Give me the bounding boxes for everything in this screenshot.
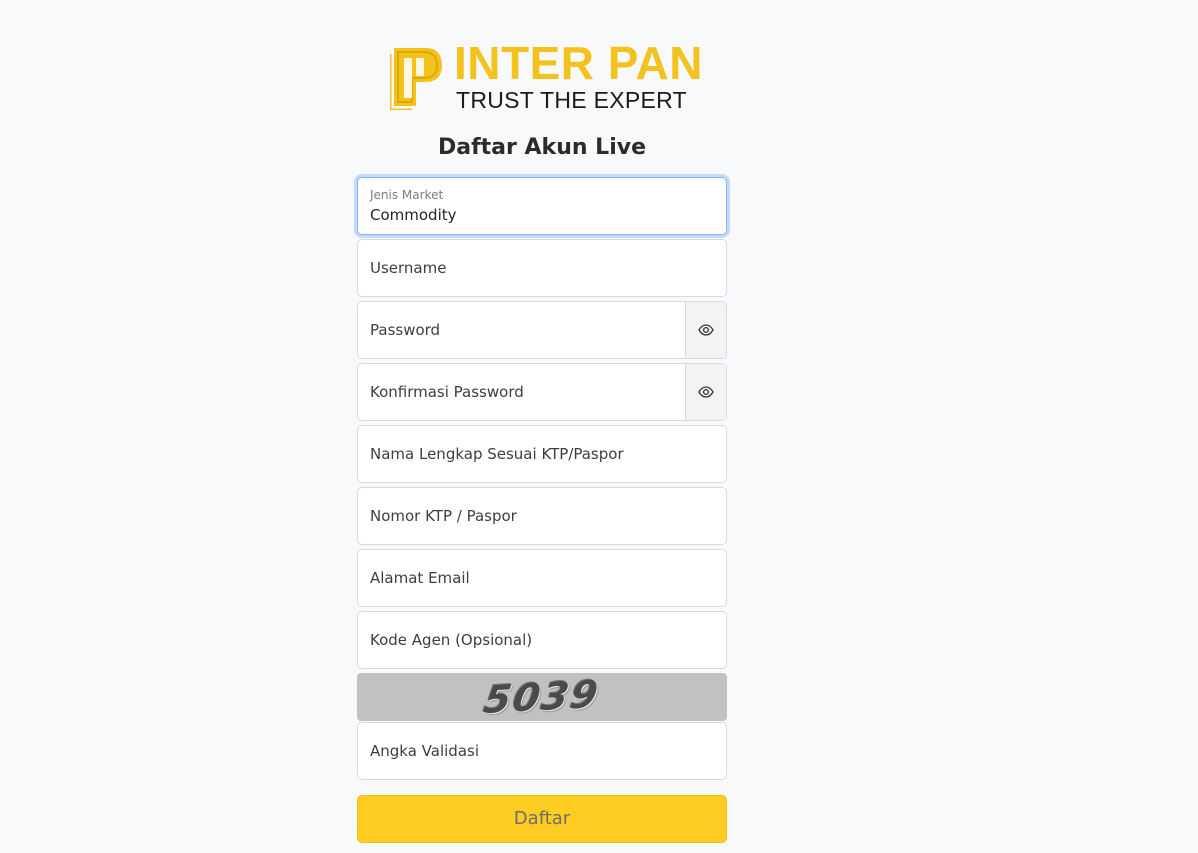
validation-code-input[interactable]: Angka Validasi — [357, 722, 727, 780]
market-type-label: Jenis Market — [370, 188, 444, 202]
brand-name: INTER PAN — [454, 37, 703, 89]
market-type-value: Commodity — [370, 206, 457, 224]
form-title: Daftar Akun Live — [437, 135, 646, 160]
id-number-input[interactable]: Nomor KTP / Paspor — [357, 487, 727, 545]
email-placeholder: Alamat Email — [370, 569, 470, 587]
brand-tagline: TRUST THE EXPERT — [456, 87, 688, 113]
toggle-confirm-password-visibility-button[interactable] — [685, 364, 726, 420]
market-type-select[interactable]: Jenis Market Commodity — [357, 177, 727, 235]
toggle-password-visibility-button[interactable] — [685, 302, 726, 358]
captcha-image: 5039 — [357, 673, 727, 721]
username-placeholder: Username — [370, 259, 447, 277]
registration-page: INTER PAN TRUST THE EXPERT Daftar Akun L… — [0, 0, 1198, 853]
password-input[interactable]: Password — [357, 301, 727, 359]
full-name-input[interactable]: Nama Lengkap Sesuai KTP/Paspor — [357, 425, 727, 483]
register-button[interactable]: Daftar — [357, 795, 727, 843]
brand-logo: INTER PAN TRUST THE EXPERT — [390, 40, 703, 113]
agent-code-placeholder: Kode Agen (Opsional) — [370, 631, 533, 649]
agent-code-input[interactable]: Kode Agen (Opsional) — [357, 611, 727, 669]
id-number-placeholder: Nomor KTP / Paspor — [370, 507, 517, 525]
confirm-password-input[interactable]: Konfirmasi Password — [357, 363, 727, 421]
interpan-logo-icon — [390, 48, 442, 110]
password-placeholder: Password — [370, 321, 441, 339]
eye-icon — [698, 386, 714, 398]
confirm-password-placeholder: Konfirmasi Password — [370, 383, 524, 401]
username-input[interactable]: Username — [357, 239, 727, 297]
validation-code-placeholder: Angka Validasi — [370, 742, 479, 760]
full-name-placeholder: Nama Lengkap Sesuai KTP/Paspor — [370, 445, 624, 463]
email-input[interactable]: Alamat Email — [357, 549, 727, 607]
captcha-text: 5039 — [481, 673, 603, 721]
eye-icon — [698, 324, 714, 336]
